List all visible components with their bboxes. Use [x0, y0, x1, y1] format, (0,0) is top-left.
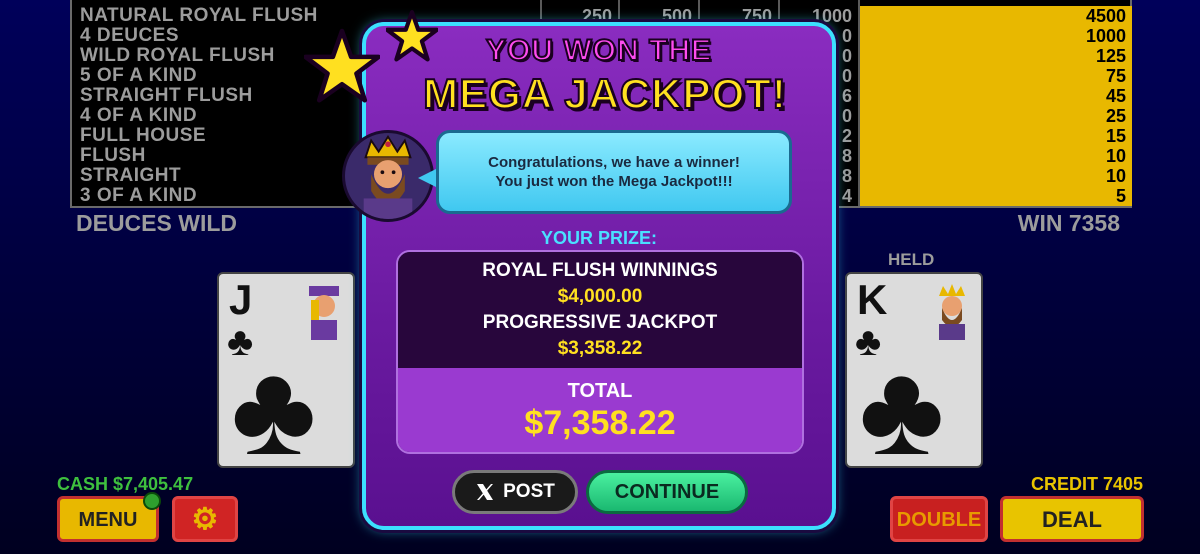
x-logo-icon: [477, 484, 494, 500]
paytable-hand-name: STRAIGHT: [80, 165, 182, 186]
paytable-col-5: 45: [860, 86, 1132, 106]
paytable-hand-name: 5 OF A KIND: [80, 65, 198, 86]
progressive-jackpot-value: $3,358.22: [557, 338, 643, 359]
paytable-col-5: 10: [860, 146, 1132, 166]
card-king-clubs[interactable]: K ♣ ♣: [845, 272, 983, 468]
jack-icon: [309, 286, 339, 340]
paytable-col-5: 4500: [860, 6, 1132, 26]
star-icon: [386, 10, 438, 62]
game-title: DEUCES WILD: [76, 210, 237, 236]
paytable-hand-name: FLUSH: [80, 145, 146, 166]
post-button[interactable]: POST: [452, 470, 578, 514]
prize-breakdown: ROYAL FLUSH WINNINGS $4,000.00 PROGRESSI…: [398, 252, 802, 368]
progressive-jackpot-label: PROGRESSIVE JACKPOT: [482, 312, 718, 333]
continue-button[interactable]: CONTINUE: [586, 470, 748, 514]
modal-headline-main: MEGA JACKPOT!: [422, 69, 787, 118]
card-rank: K: [857, 276, 888, 323]
congrats-message: Congratulations, we have a winner! You j…: [488, 153, 740, 191]
speech-bubble: Congratulations, we have a winner! You j…: [436, 130, 792, 214]
held-label: HELD: [888, 250, 935, 269]
congrats-line-1: Congratulations, we have a winner!: [488, 154, 740, 171]
paytable-col-5: 125: [860, 46, 1132, 66]
double-button[interactable]: DOUBLE: [890, 496, 988, 542]
paytable-hand-name: 4 DEUCES: [80, 25, 180, 46]
congrats-line-2: You just won the Mega Jackpot!!!: [495, 173, 733, 190]
notification-dot: [143, 492, 161, 510]
paytable-hand-name: 4 OF A KIND: [80, 105, 198, 126]
total-label: TOTAL: [567, 380, 633, 402]
king-icon: [939, 284, 965, 340]
prize-total-section: TOTAL $7,358.22: [398, 368, 802, 452]
paytable-col-5: 15: [860, 126, 1132, 146]
royal-flush-value: $4,000.00: [557, 286, 643, 307]
paytable-col-5: 75: [860, 66, 1132, 86]
club-icon: ♣: [859, 336, 945, 468]
prize-heading: YOUR PRIZE:: [540, 228, 657, 248]
paytable-hand-name: STRAIGHT FLUSH: [80, 85, 253, 106]
credit-balance: CREDIT 7405: [1030, 474, 1143, 494]
paytable-hand-name: 3 OF A KIND: [80, 185, 198, 206]
paytable-col-5: 5: [860, 186, 1132, 206]
deal-button[interactable]: DEAL: [1000, 496, 1144, 542]
post-button-label: POST: [503, 481, 555, 502]
paytable-hand-name: WILD ROYAL FLUSH: [80, 45, 275, 66]
card-jack-clubs[interactable]: J ♣ ♣: [217, 272, 355, 468]
win-amount: WIN 7358: [1017, 210, 1120, 236]
cash-balance: CASH $7,405.47: [57, 474, 194, 494]
paytable-hand-name: NATURAL ROYAL FLUSH: [80, 5, 318, 26]
prize-panel: ROYAL FLUSH WINNINGS $4,000.00 PROGRESSI…: [396, 250, 804, 454]
gear-icon[interactable]: ⚙: [172, 496, 238, 542]
speech-bubble-tail: [418, 168, 438, 188]
royal-flush-label: ROYAL FLUSH WINNINGS: [482, 260, 718, 281]
paytable-col-5: 1000: [860, 26, 1132, 46]
club-icon: ♣: [231, 336, 317, 468]
paytable-col-5: 10: [860, 166, 1132, 186]
card-rank: J: [229, 276, 253, 323]
paytable-hand-name: FULL HOUSE: [80, 125, 207, 146]
total-value: $7,358.22: [524, 404, 676, 442]
paytable-col-5: 25: [860, 106, 1132, 126]
star-icon: [304, 28, 380, 103]
